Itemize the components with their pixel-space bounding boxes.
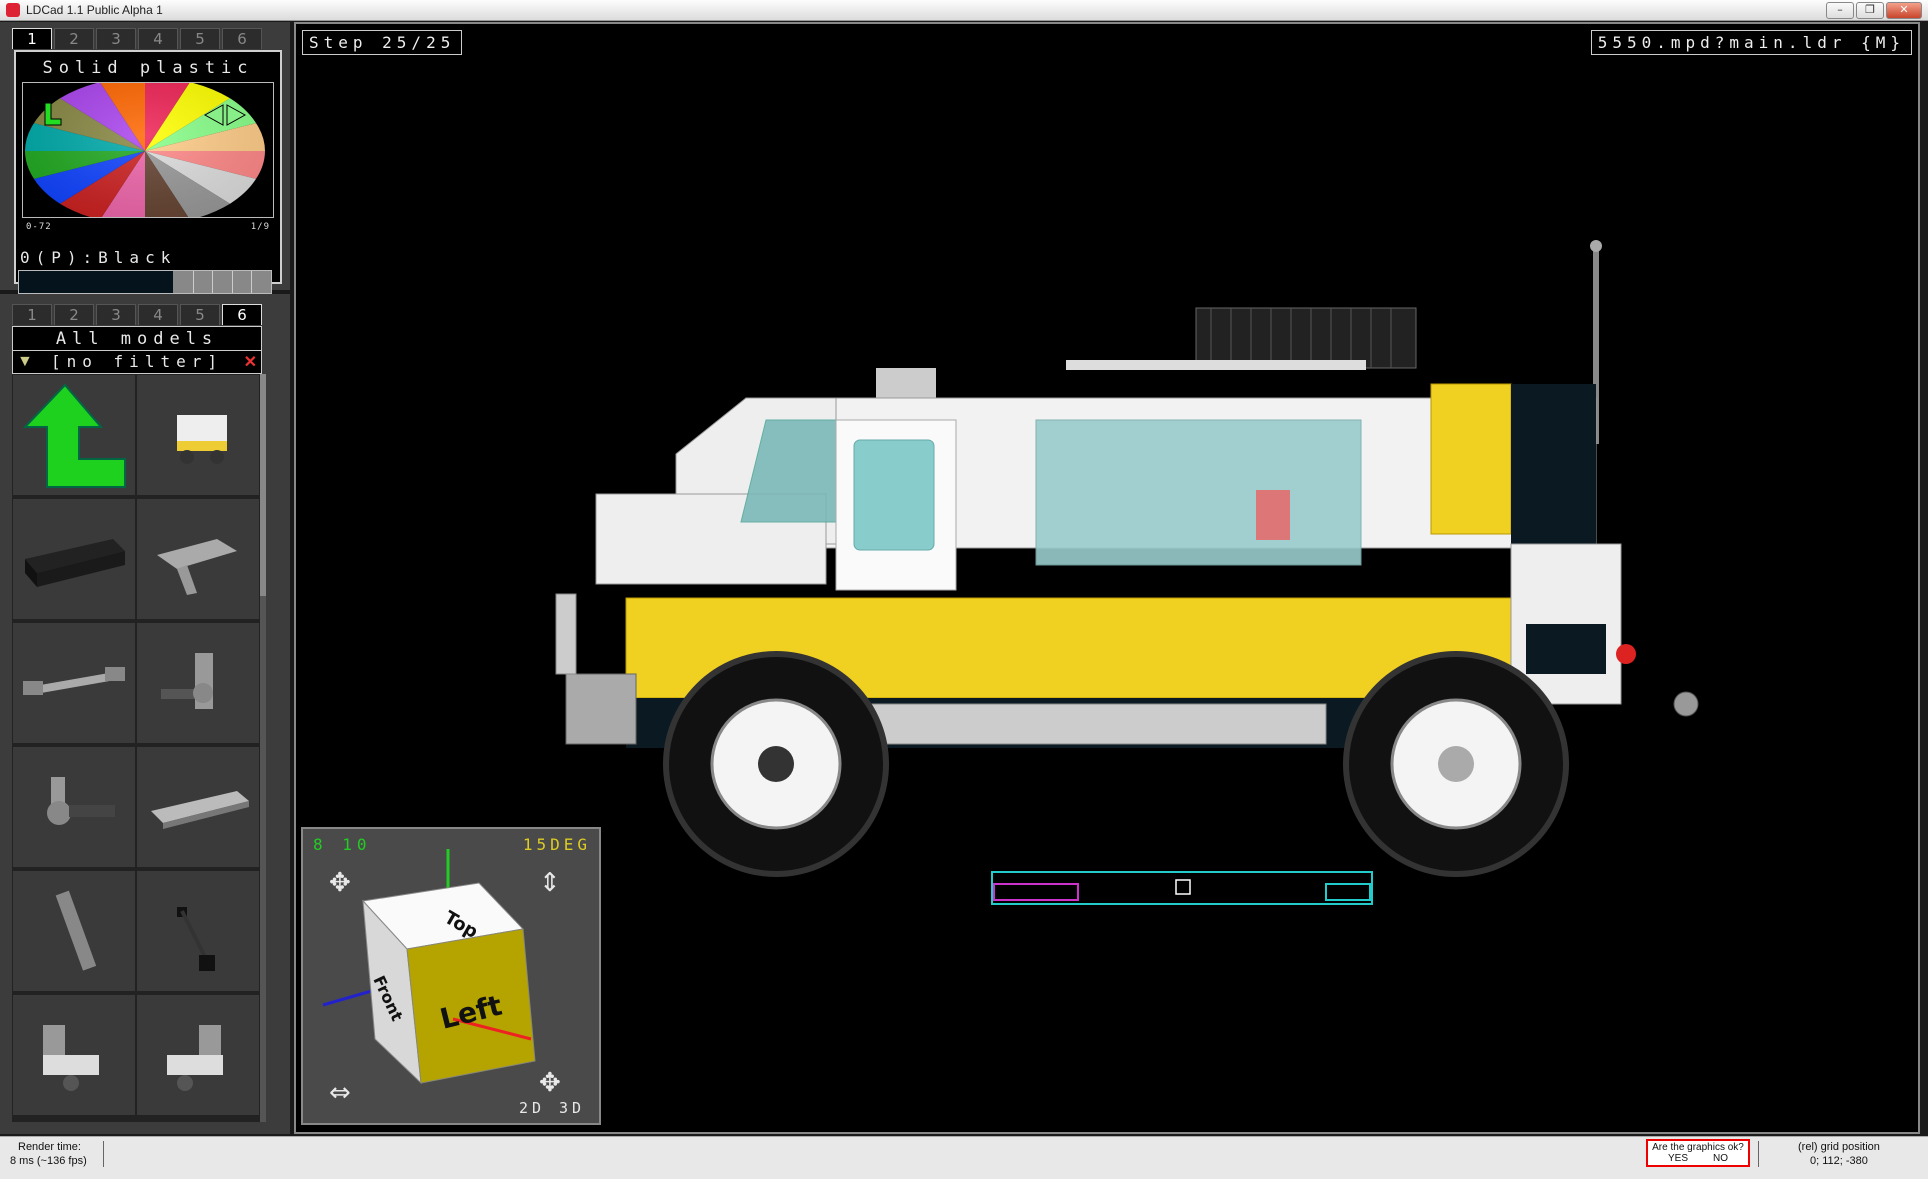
parts-group-header: All models	[55, 329, 219, 349]
brick-icon	[25, 539, 125, 587]
color-page-label: 1/9	[250, 222, 270, 232]
render-time-label: Render time:	[18, 1141, 81, 1153]
graphics-no-button[interactable]: NO	[1713, 1153, 1728, 1164]
antenna-arm-icon	[177, 907, 215, 971]
parts-item-robot-arm[interactable]	[136, 622, 260, 744]
parts-grid	[12, 374, 266, 1122]
bracket-a-icon	[43, 1025, 99, 1091]
viewport[interactable]: Step 25/25 5550.mpd?main.ldr {M} 8 10 15…	[294, 22, 1920, 1134]
parts-tabs: 1 2 3 4 5 6	[12, 304, 264, 325]
parts-item-vehicle-model[interactable]	[136, 374, 260, 496]
grid-position-label: (rel) grid position	[1798, 1141, 1880, 1153]
parts-tab-1[interactable]: 1	[12, 304, 52, 325]
vehicle-model-render[interactable]	[496, 204, 1816, 964]
bracket-b-icon	[167, 1025, 223, 1091]
color-range-label: 0-72	[26, 222, 52, 232]
status-separator	[103, 1141, 104, 1167]
vertical-pan-icon[interactable]: ⇕	[539, 868, 561, 898]
ribbed-hose-icon	[55, 890, 97, 971]
color-tab-5[interactable]: 5	[180, 28, 220, 49]
minimize-button[interactable]: –	[1826, 2, 1854, 19]
move-icon[interactable]: ✥	[539, 1068, 561, 1098]
restore-button[interactable]: ❐	[1856, 2, 1884, 19]
hose-joint-icon	[47, 777, 115, 825]
rear-wheel	[1343, 651, 1569, 877]
parts-tab-5[interactable]: 5	[180, 304, 220, 325]
parts-group-header-box: All models	[12, 326, 262, 352]
color-tab-3[interactable]: 3	[96, 28, 136, 49]
graphics-question: Are the graphics ok?	[1652, 1142, 1744, 1153]
color-box: Solid plastic 0-72 1/9 0(P):Black	[14, 50, 282, 294]
render-time-value: 8 ms (~136 fps)	[10, 1155, 87, 1167]
status-bar: Render time: 8 ms (~136 fps) Are the gra…	[0, 1136, 1928, 1179]
color-wheel-frame	[22, 76, 274, 226]
file-label[interactable]: 5550.mpd?main.ldr {M}	[1590, 30, 1912, 55]
parts-item-lever-bar[interactable]	[12, 622, 136, 744]
parts-filter-label: [no filter]	[51, 352, 223, 371]
parts-item-up[interactable]	[12, 374, 136, 496]
parts-item-plate-grey[interactable]	[136, 498, 260, 620]
color-tab-2[interactable]: 2	[54, 28, 94, 49]
parts-scrollbar-thumb[interactable]	[260, 374, 266, 596]
graphics-check: Are the graphics ok? YES NO	[1646, 1139, 1750, 1167]
parts-tab-6[interactable]: 6	[222, 304, 262, 325]
parts-item-antenna-arm[interactable]	[136, 870, 260, 992]
robot-arm-icon	[161, 653, 213, 709]
color-tabs: 1 2 3 4 5 6	[12, 28, 264, 49]
selected-color-swatch	[19, 271, 174, 293]
parts-tab-4[interactable]: 4	[138, 304, 178, 325]
color-tab-6[interactable]: 6	[222, 28, 262, 49]
up-arrow-icon	[22, 383, 126, 488]
parts-item-bracket-a[interactable]	[12, 994, 136, 1116]
step-label[interactable]: Step 25/25	[302, 30, 463, 55]
vehicle-model-icon	[177, 415, 227, 464]
parts-filter-bar[interactable]: ▼ [no filter] ✕	[12, 350, 262, 374]
lever-bar-icon	[23, 667, 125, 695]
roof-rack	[1195, 307, 1417, 369]
app-icon[interactable]	[6, 3, 20, 17]
parts-tab-3[interactable]: 3	[96, 304, 136, 325]
parts-item-bracket-b[interactable]	[136, 994, 260, 1116]
color-tab-4[interactable]: 4	[138, 28, 178, 49]
spoiler-plate-icon	[151, 791, 249, 829]
filter-icon[interactable]: ▼	[17, 353, 33, 371]
horizontal-pan-icon[interactable]: ⇔	[329, 1078, 351, 1108]
mode-2d-button[interactable]: 2D	[519, 1099, 545, 1117]
close-button[interactable]: ✕	[1886, 2, 1922, 19]
parts-tab-2[interactable]: 2	[54, 304, 94, 325]
parts-item-hose-joint[interactable]	[12, 746, 136, 868]
parts-item-brick-black[interactable]	[12, 498, 136, 620]
window-title: LDCad 1.1 Public Alpha 1	[26, 3, 163, 17]
nav-cube[interactable]: Top Front Left ✥ ⇕ ⇔ ✥	[303, 829, 599, 1123]
status-separator-2	[1758, 1141, 1759, 1167]
color-wheel[interactable]	[23, 76, 273, 226]
grid-position-value: 0; 112; -380	[1810, 1155, 1868, 1167]
clear-filter-icon[interactable]: ✕	[244, 352, 257, 372]
plate-icon	[157, 539, 237, 595]
color-group-header: Solid plastic	[42, 58, 254, 78]
parts-item-spoiler-plate[interactable]	[136, 746, 260, 868]
parts-panel: 1 2 3 4 5 6 All models ▼ [no filter] ✕	[0, 294, 290, 1134]
color-swatch-strip[interactable]	[18, 270, 272, 294]
color-panel: 1 2 3 4 5 6 Solid plastic 0-72 1/9 0(P):…	[0, 22, 290, 294]
mode-3d-button[interactable]: 3D	[559, 1099, 585, 1117]
graphics-yes-button[interactable]: YES	[1668, 1153, 1688, 1164]
title-bar: LDCad 1.1 Public Alpha 1 – ❐ ✕	[0, 0, 1928, 21]
parts-item-ribbed-hose[interactable]	[12, 870, 136, 992]
nav-cube-panel[interactable]: 8 10 15DEG Top Front Left ✥ ⇕ ⇔ ✥ 2D 3D	[301, 827, 601, 1125]
color-tab-1[interactable]: 1	[12, 28, 52, 49]
parts-scrollbar[interactable]	[260, 374, 266, 1122]
front-wheel	[663, 651, 889, 877]
pan-icon[interactable]: ✥	[329, 868, 351, 898]
selected-color-label: 0(P):Black	[20, 248, 177, 267]
